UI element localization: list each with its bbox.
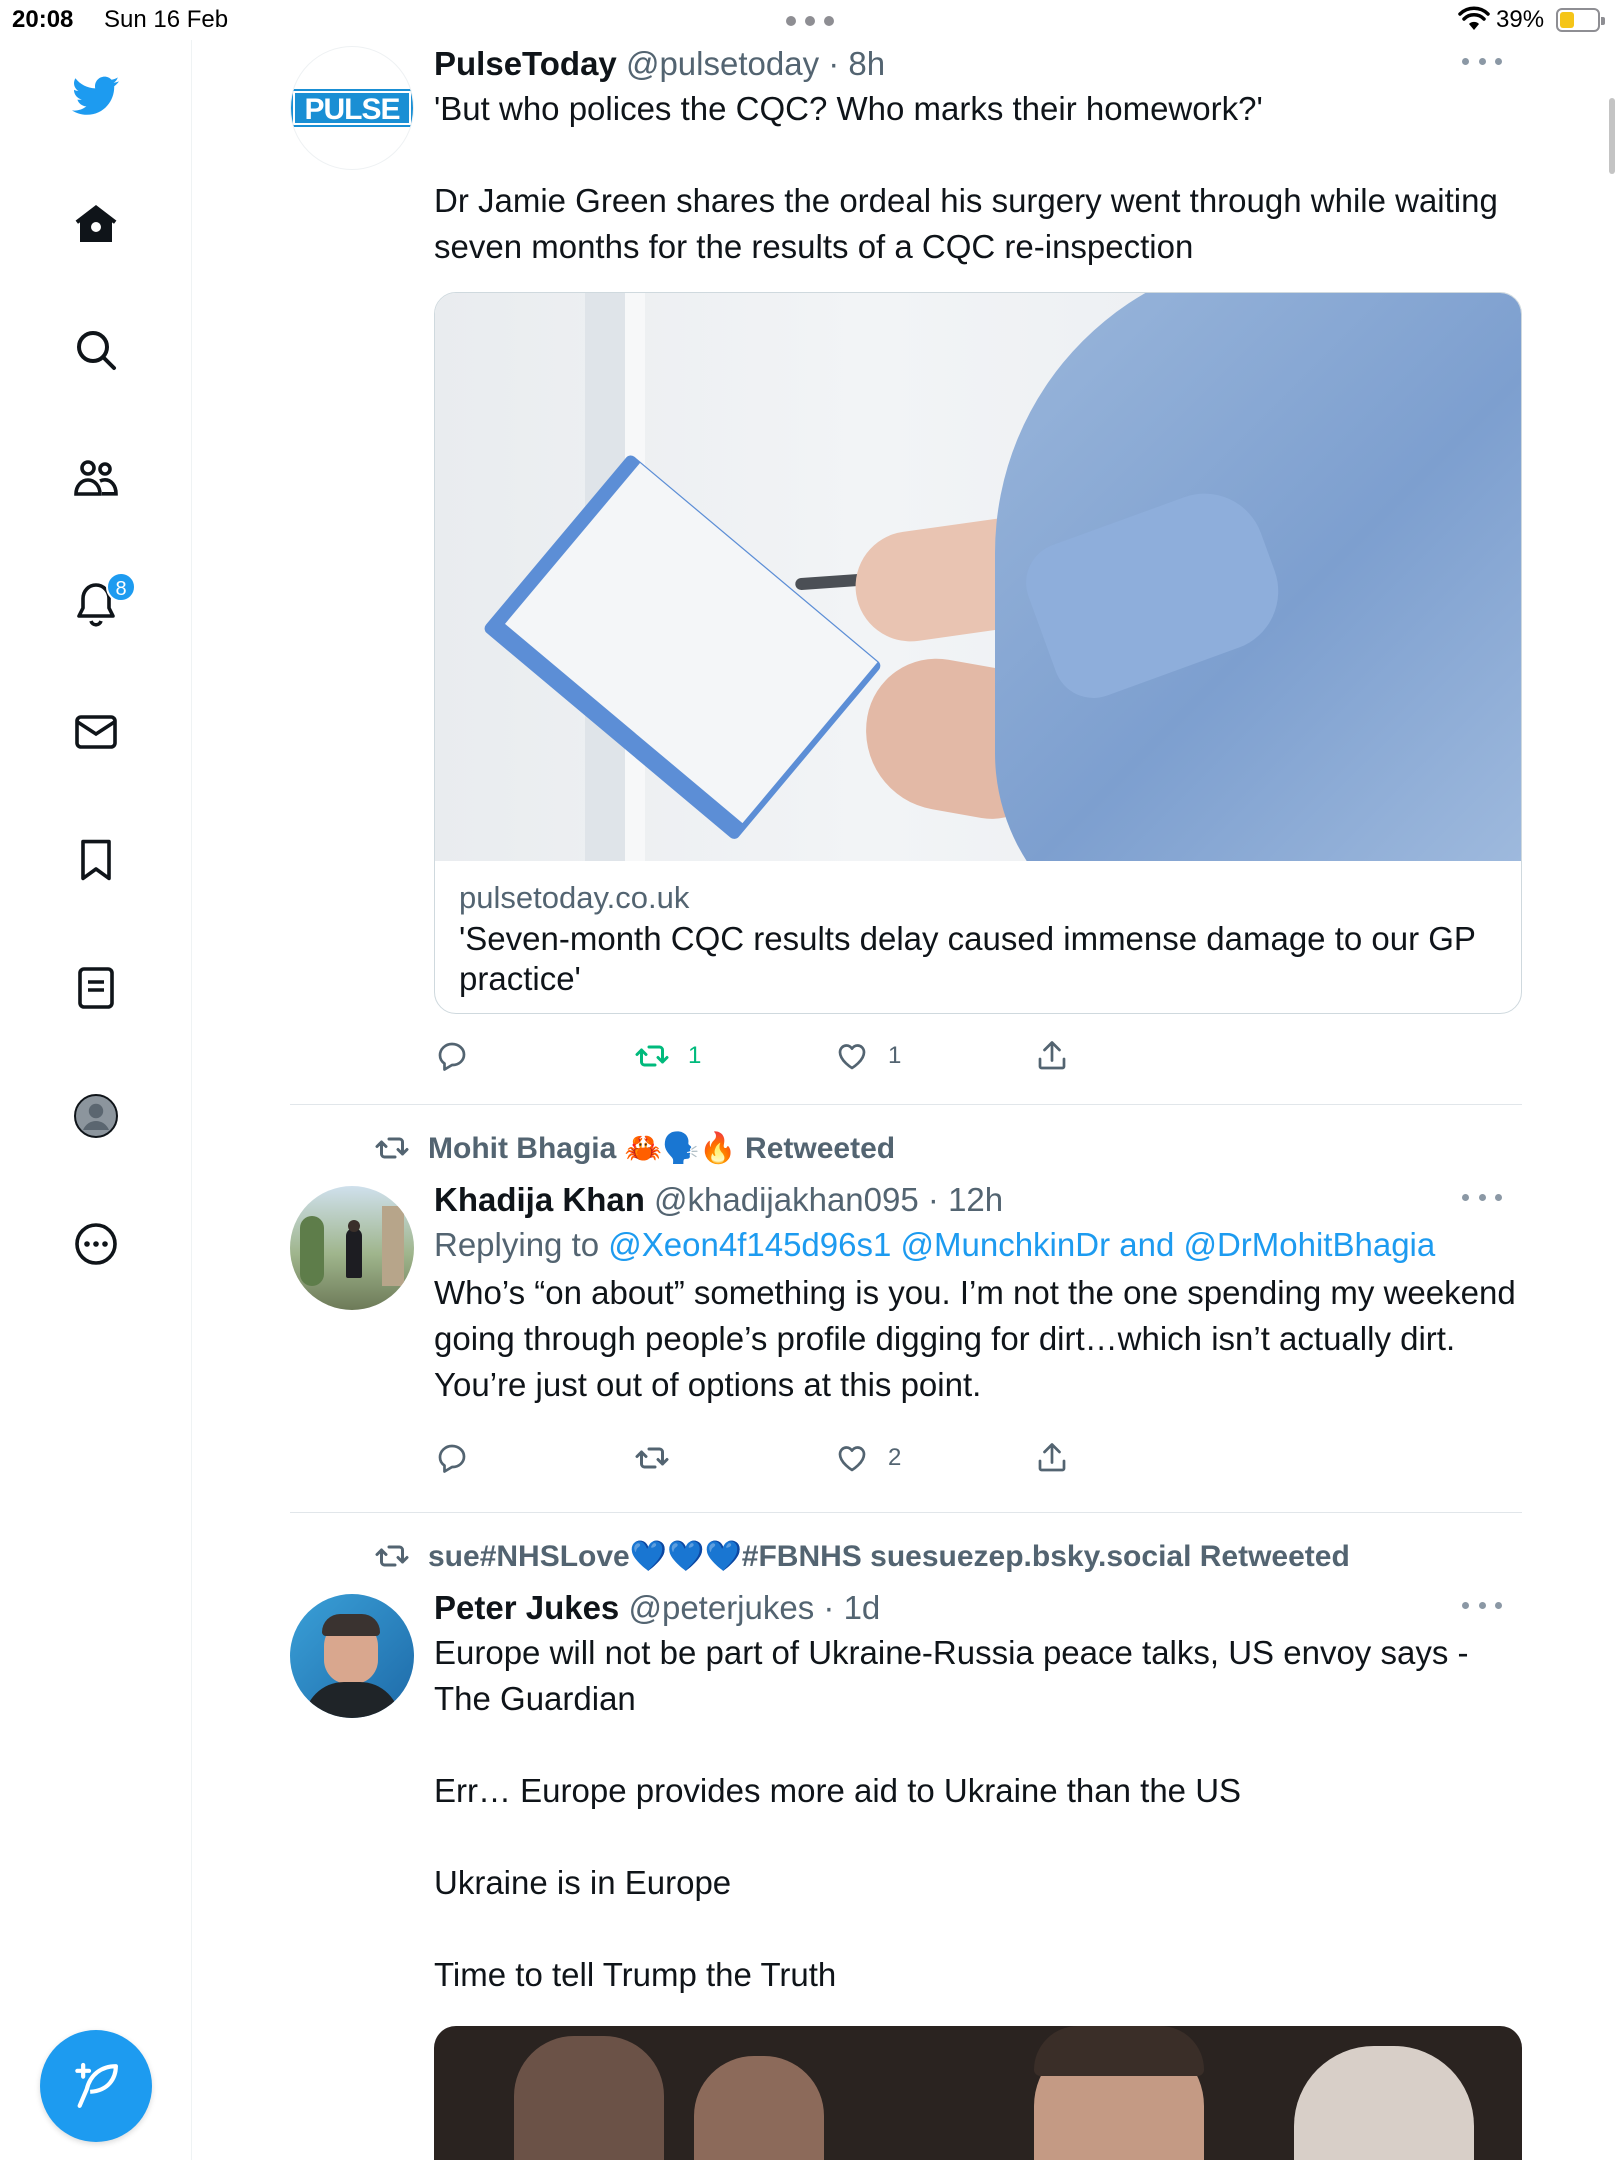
tweet-content: Peter Jukes @peterjukes · 1d Europe will… — [434, 1586, 1522, 1998]
status-time: 20:08 — [12, 6, 74, 33]
retweet-count: 1 — [688, 1042, 702, 1069]
compose-tweet-button[interactable] — [40, 2030, 152, 2142]
communities-icon[interactable] — [60, 442, 132, 514]
tweet-content: Khadija Khan @khadijakhan095 · 12h Reply… — [434, 1178, 1522, 1408]
profile-avatar-icon[interactable] — [60, 1080, 132, 1152]
avatar[interactable] — [290, 1594, 414, 1718]
pulse-logo: PULSE — [291, 89, 413, 127]
reply-button[interactable] — [434, 1032, 488, 1080]
scrollbar[interactable] — [1609, 98, 1615, 174]
share-button[interactable] — [1034, 1434, 1088, 1482]
search-icon[interactable] — [60, 314, 132, 386]
avatar[interactable] — [290, 1186, 414, 1310]
notifications-bell-icon[interactable]: 8 — [60, 568, 136, 640]
tweet-text: Who’s “on about” something is you. I’m n… — [434, 1274, 1525, 1403]
sidebar-nav: 8 — [0, 40, 192, 2160]
retweet-icon — [635, 1045, 669, 1067]
retweet-button[interactable]: 1 — [634, 1032, 701, 1080]
author-name[interactable]: Khadija Khan — [434, 1181, 645, 1218]
bookmarks-icon[interactable] — [60, 824, 132, 896]
tweet-header: PulseToday @pulsetoday · 8h — [434, 42, 1522, 86]
tweet-time[interactable]: · 1d — [823, 1589, 880, 1626]
avatar[interactable]: PULSE — [290, 46, 414, 170]
more-options-icon[interactable] — [1462, 1602, 1502, 1614]
tweet-text: Europe will not be part of Ukraine-Russi… — [434, 1634, 1469, 1993]
replying-to-prefix: Replying to — [434, 1226, 600, 1263]
reply-icon — [438, 1444, 466, 1473]
retweet-icon — [375, 1545, 409, 1567]
replying-to-users-link[interactable]: @Xeon4f145d96s1 @MunchkinDr and @DrMohit… — [608, 1226, 1435, 1263]
heart-icon — [838, 1446, 866, 1472]
more-options-icon[interactable] — [1462, 1194, 1502, 1206]
lists-icon[interactable] — [60, 952, 132, 1024]
status-date: Sun 16 Feb — [104, 6, 229, 33]
like-button[interactable]: 1 — [834, 1032, 901, 1080]
card-image-clipboard — [435, 293, 1521, 861]
retweet-icon — [635, 1447, 669, 1469]
author-handle[interactable]: @pulsetoday — [626, 45, 819, 82]
card-domain: pulsetoday.co.uk — [459, 880, 690, 915]
tweet-actions: 1 1 — [434, 1032, 1134, 1080]
wifi-icon — [1458, 6, 1490, 30]
retweeted-by-text: sue#NHSLove💙💙💙#FBNHS suesuezep.bsky.soci… — [428, 1539, 1350, 1573]
share-icon — [1038, 1443, 1066, 1472]
messages-mail-icon[interactable] — [60, 696, 132, 768]
author-handle[interactable]: @peterjukes — [628, 1589, 814, 1626]
heart-icon — [838, 1044, 866, 1070]
twitter-bird-icon[interactable] — [60, 60, 132, 132]
card-title: 'Seven-month CQC results delay caused im… — [459, 920, 1476, 997]
notification-badge: 8 — [106, 572, 136, 602]
author-name[interactable]: PulseToday — [434, 45, 617, 82]
link-card[interactable]: pulsetoday.co.uk 'Seven-month CQC result… — [434, 292, 1522, 1014]
reply-icon — [438, 1042, 466, 1071]
tweet-header: Khadija Khan @khadijakhan095 · 12h — [434, 1178, 1522, 1222]
like-count: 1 — [888, 1042, 902, 1069]
tweet-text: 'But who polices the CQC? Who marks thei… — [434, 90, 1498, 265]
replying-to: Replying to @Xeon4f145d96s1 @MunchkinDr … — [434, 1222, 1522, 1268]
tweet-content: PulseToday @pulsetoday · 8h 'But who pol… — [434, 42, 1522, 270]
like-count: 2 — [888, 1444, 902, 1471]
tweet-divider — [290, 1512, 1522, 1513]
tweet-time[interactable]: · 8h — [828, 45, 885, 82]
compose-feather-icon — [75, 2062, 118, 2108]
tweet-time[interactable]: · 12h — [928, 1181, 1003, 1218]
reply-button[interactable] — [434, 1434, 488, 1482]
author-handle[interactable]: @khadijakhan095 — [654, 1181, 919, 1218]
battery-percent: 39% — [1496, 6, 1545, 33]
share-icon — [1038, 1041, 1066, 1070]
multitasking-dots-icon[interactable] — [786, 16, 834, 26]
home-icon[interactable] — [60, 188, 132, 260]
retweeted-by-text: Mohit Bhagia 🦀🗣️🔥 Retweeted — [428, 1131, 896, 1165]
author-name[interactable]: Peter Jukes — [434, 1589, 619, 1626]
retweet-icon — [375, 1137, 409, 1159]
retweeted-by-context[interactable]: Mohit Bhagia 🦀🗣️🔥 Retweeted — [374, 1130, 895, 1166]
battery-icon — [1556, 8, 1605, 32]
tweet-header: Peter Jukes @peterjukes · 1d — [434, 1586, 1522, 1630]
tweet-actions: 2 — [434, 1434, 1134, 1482]
card-meta: pulsetoday.co.uk 'Seven-month CQC result… — [435, 861, 1521, 1013]
tweet-divider — [290, 1104, 1522, 1105]
retweeted-by-context[interactable]: sue#NHSLove💙💙💙#FBNHS suesuezep.bsky.soci… — [374, 1538, 1350, 1574]
more-circle-icon[interactable] — [60, 1208, 132, 1280]
like-button[interactable]: 2 — [834, 1434, 901, 1482]
more-options-icon[interactable] — [1462, 58, 1502, 70]
share-button[interactable] — [1034, 1032, 1088, 1080]
retweet-button[interactable] — [634, 1434, 688, 1482]
status-bar: 20:08 Sun 16 Feb 39% — [0, 0, 1620, 40]
tweet-media-image[interactable] — [434, 2026, 1522, 2160]
